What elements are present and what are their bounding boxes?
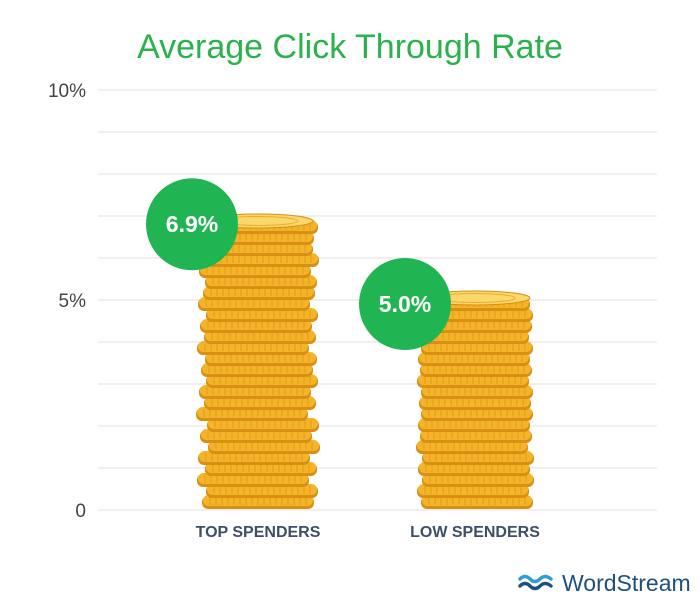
x-category-label: TOP SPENDERS: [196, 524, 321, 541]
x-category-label: LOW SPENDERS: [410, 524, 540, 541]
y-tick-label: 0: [75, 501, 86, 522]
data-label: 6.9%: [166, 211, 218, 237]
data-label: 5.0%: [379, 291, 431, 317]
wave-logo-icon: [518, 574, 553, 590]
chart-area: 0 5% 10% 6.9% TOP SPENDERS 5.0% LOW SPENDERS: [48, 81, 657, 541]
brand-logo: WordStream: [518, 570, 691, 597]
brand-name: WordStream: [562, 570, 691, 596]
y-tick-label: 10%: [48, 81, 86, 102]
y-tick-label: 5%: [59, 291, 87, 312]
